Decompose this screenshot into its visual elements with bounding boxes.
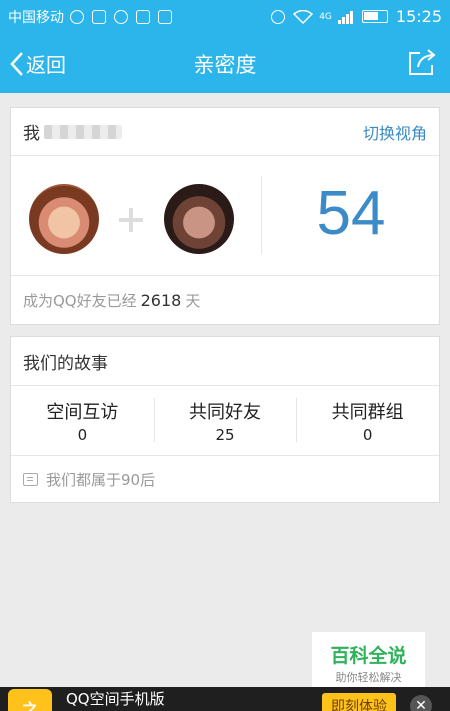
friend-days: 2618 xyxy=(140,290,182,310)
stat-mutual-friends[interactable]: 共同好友 25 xyxy=(153,386,297,455)
me-label: 我 xyxy=(23,124,40,144)
watermark-subtitle: 助你轻松解决 xyxy=(335,671,402,684)
story-note: 我们都属于90后 xyxy=(11,456,439,502)
clock: 15:25 xyxy=(395,7,442,26)
notification-icon xyxy=(114,9,128,24)
friend-duration-prefix: 成为QQ好友已经 xyxy=(23,291,137,310)
stat-value: 0 xyxy=(77,425,88,444)
page-title: 亲密度 xyxy=(193,53,257,77)
story-stats: 空间互访 0 共同好友 25 共同群组 0 xyxy=(11,386,439,456)
ad-banner[interactable]: 之 QQ空间手机版 即刻体验 ✕ xyxy=(0,687,450,711)
alarm-icon xyxy=(271,9,286,24)
battery-icon xyxy=(361,10,388,23)
blurred-name xyxy=(44,124,122,139)
stat-label: 共同群组 xyxy=(331,401,404,423)
friend-avatar[interactable] xyxy=(164,184,234,254)
image-icon xyxy=(92,9,106,24)
try-now-button[interactable]: 即刻体验 xyxy=(322,693,396,711)
signal-icon xyxy=(337,10,354,24)
stat-space-visits[interactable]: 空间互访 0 xyxy=(11,386,154,455)
story-note-text: 我们都属于90后 xyxy=(46,470,156,489)
qzone-logo-icon: 之 xyxy=(8,689,52,711)
keyboard-icon xyxy=(158,9,172,24)
carrier-name: 中国移动 xyxy=(8,9,64,26)
close-icon[interactable]: ✕ xyxy=(410,695,432,711)
stat-label: 共同好友 xyxy=(189,401,261,423)
story-card: 我们的故事 空间互访 0 共同好友 25 共同群组 0 我们都属于90后 xyxy=(10,336,440,503)
stat-label: 空间互访 xyxy=(46,401,119,423)
friend-days-unit: 天 xyxy=(185,291,201,310)
app-icon xyxy=(136,9,150,24)
divider xyxy=(261,176,262,254)
switch-view-link[interactable]: 切换视角 xyxy=(363,120,427,144)
note-icon xyxy=(23,472,38,486)
network-type: 4G xyxy=(319,11,332,22)
plus-icon xyxy=(119,208,143,232)
stat-value: 0 xyxy=(362,425,373,444)
my-avatar[interactable] xyxy=(29,184,99,254)
intimacy-card-body: 54 xyxy=(11,156,439,276)
status-bar: 中国移动 4G 15:25 xyxy=(0,0,450,33)
stat-mutual-groups[interactable]: 共同群组 0 xyxy=(296,386,439,455)
share-button[interactable] xyxy=(406,47,438,81)
friend-duration: 成为QQ好友已经 2618 天 xyxy=(11,276,439,324)
wifi-icon xyxy=(293,9,314,24)
wechat-icon xyxy=(70,9,84,24)
title-bar: 返回 亲密度 xyxy=(0,33,450,93)
share-icon xyxy=(409,49,436,75)
intimacy-score: 54 xyxy=(316,179,386,248)
baike-watermark: 百科全说 助你轻松解决 xyxy=(312,632,425,687)
intimacy-card: 我 切换视角 54 成为QQ好友已经 2618 天 xyxy=(10,107,440,325)
watermark-title: 百科全说 xyxy=(330,645,407,667)
intimacy-card-header: 我 切换视角 xyxy=(11,108,439,156)
stat-value: 25 xyxy=(215,425,235,444)
me-name: 我 xyxy=(23,119,122,144)
story-title: 我们的故事 xyxy=(11,337,439,386)
ad-app-name: QQ空间手机版 xyxy=(66,690,165,708)
